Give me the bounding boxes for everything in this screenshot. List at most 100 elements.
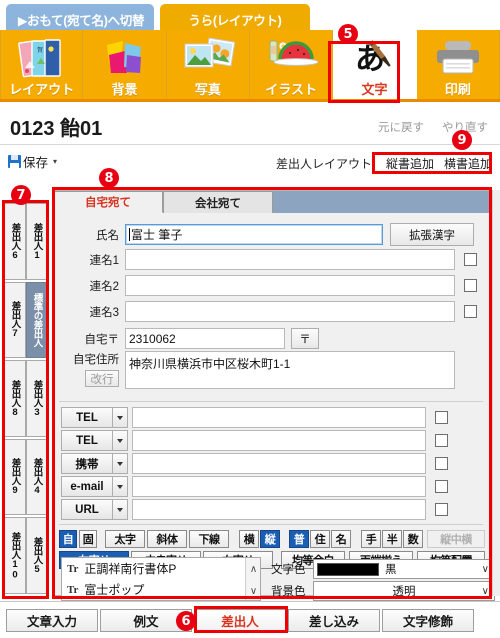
sender-slot-1[interactable]: 差出人1 [26,203,48,280]
save-button[interactable]: 保存 ▾ [8,152,57,171]
address-input[interactable]: 神奈川県横浜市中区桜木町1-1 [125,351,455,389]
add-horizontal-text-button[interactable]: 横書追加 [444,155,492,172]
fmt-halfwidth-button[interactable]: 半 [382,530,402,548]
bottom-tab-text-decor[interactable]: 文字修飾 [382,609,474,632]
font-list-scrollbar[interactable]: ∧ ∨ [245,558,260,600]
joint-name-1-label: 連名1 [89,254,119,267]
font-list[interactable]: Tr 正調祥南行書体P Tr 富士ポップ ∧ ∨ [61,557,261,601]
contact-checkbox-5[interactable] [435,503,448,516]
contact-type-combo-4[interactable]: e-mail [61,476,128,497]
annotation-badge-7: 7 [11,185,31,205]
background-color-select[interactable]: 透明 ∨ [313,581,495,601]
sender-slot-6[interactable]: 差出人6 [4,203,26,280]
name-label: 氏名 [96,229,119,242]
chevron-down-icon[interactable]: ∨ [482,586,489,597]
text-color-select[interactable]: 黒 ∨ [313,559,495,579]
joint-name-1-checkbox[interactable] [464,253,477,266]
add-vertical-text-button[interactable]: 縦書追加 [386,155,434,172]
chevron-down-icon[interactable] [113,430,128,451]
bottom-tab-mail-merge[interactable]: 差し込み [288,609,380,632]
contact-type-label-2: TEL [61,430,113,451]
chevron-up-icon[interactable]: ∧ [246,558,260,580]
contact-type-combo-3[interactable]: 携帯 [61,453,128,474]
contact-type-combo-2[interactable]: TEL [61,430,128,451]
joint-name-3-input[interactable] [125,301,455,322]
fmt-fixed-size-button[interactable]: 固 [79,530,97,548]
ribbon-item-print[interactable]: 印刷 [417,30,500,99]
contact-value-input-2[interactable] [132,430,426,451]
bottom-tab-text-input[interactable]: 文章入力 [6,609,98,632]
sender-slot-7[interactable]: 差出人7 [4,281,26,359]
sender-slot-default[interactable]: 標準の差出人 [26,281,48,359]
font-list-item-1[interactable]: Tr 正調祥南行書体P [62,558,260,579]
ribbon-item-background[interactable]: 背景 [83,30,167,99]
postal-lookup-button[interactable]: 〒 [291,328,319,349]
field-row-address: 自宅住所 改行 神奈川県横浜市中区桜木町1-1 [53,351,491,389]
chevron-down-icon[interactable] [113,453,128,474]
svg-text:あ: あ [355,42,385,77]
fmt-name-button[interactable]: 名 [331,530,351,548]
bottom-tab-sender[interactable]: 差出人 [194,609,286,632]
bottom-tab-bar: 文章入力 例文 差出人 差し込み 文字修飾 [0,601,500,638]
chevron-down-icon[interactable] [113,407,128,428]
ribbon-item-illustration[interactable]: イラスト [250,30,334,99]
fmt-hand-button[interactable]: 手 [361,530,381,548]
undo-button[interactable]: 元に戻す [378,119,424,135]
contact-value-input-4[interactable] [132,476,426,497]
sender-slot-10[interactable]: 差出人10 [4,517,26,594]
format-toolbar-row-1: 自 固 太字 斜体 下線 横 縦 普 住 名 手 半 数 縦中横 [53,530,491,548]
joint-name-3-checkbox[interactable] [464,305,477,318]
printer-icon [421,35,495,81]
sender-slot-column-right: 差出人1 標準の差出人 差出人3 差出人4 差出人5 [26,203,48,596]
tab-company-address[interactable]: 会社宛て [163,191,273,213]
fmt-auto-size-button[interactable]: 自 [59,530,77,548]
font-list-item-2[interactable]: Tr 富士ポップ [62,579,260,600]
fmt-vertical-button[interactable]: 縦 [260,530,280,548]
text-cursor [129,228,130,241]
name-input[interactable]: 富士 筆子 [125,224,383,245]
contact-checkbox-4[interactable] [435,480,448,493]
fmt-underline-button[interactable]: 下線 [189,530,229,548]
contact-value-input-1[interactable] [132,407,426,428]
chevron-down-icon[interactable] [113,499,128,520]
sender-slot-9[interactable]: 差出人9 [4,438,26,516]
joint-name-2-input[interactable] [125,275,455,296]
fmt-number-button[interactable]: 数 [403,530,423,548]
ribbon-label-print: 印刷 [444,82,471,97]
field-row-joint-name-3: 連名3 [53,301,491,322]
contact-checkbox-1[interactable] [435,411,448,424]
floppy-disk-icon [8,155,21,168]
extended-kanji-button[interactable]: 拡張漢字 [390,223,474,246]
sender-slot-5[interactable]: 差出人5 [26,517,48,594]
ribbon-item-layout[interactable]: 賀 レイアウト [0,30,84,99]
sender-slot-4[interactable]: 差出人4 [26,438,48,516]
contact-value-input-5[interactable] [132,499,426,520]
newline-button[interactable]: 改行 [85,370,119,387]
chevron-down-icon[interactable]: ∨ [246,580,260,600]
joint-name-1-input[interactable] [125,249,455,270]
sender-slot-8[interactable]: 差出人8 [4,360,26,437]
postal-code-input[interactable]: 2310062 [125,328,285,349]
field-row-name: 氏名 富士 筆子 拡張漢字 [53,223,491,246]
fmt-italic-button[interactable]: 斜体 [147,530,187,548]
fmt-horizontal-button[interactable]: 横 [239,530,259,548]
chevron-down-icon[interactable] [113,476,128,497]
font-list-item-2-label: 富士ポップ [84,583,145,597]
joint-name-2-checkbox[interactable] [464,279,477,292]
fmt-bold-button[interactable]: 太字 [105,530,145,548]
contact-type-combo-1[interactable]: TEL [61,407,128,428]
contact-checkbox-2[interactable] [435,434,448,447]
tab-home-address[interactable]: 自宅宛て [53,191,163,213]
contact-checkbox-3[interactable] [435,457,448,470]
ribbon-item-photo[interactable]: 写真 [167,30,250,99]
fmt-normal-button[interactable]: 普 [289,530,309,548]
joint-name-2-label: 連名2 [89,280,119,293]
panel-scrollbar[interactable] [492,190,500,596]
fmt-address-button[interactable]: 住 [310,530,330,548]
chevron-down-icon[interactable]: ∨ [482,564,489,575]
sender-slot-3[interactable]: 差出人3 [26,360,48,437]
contact-type-combo-5[interactable]: URL [61,499,128,520]
contact-type-label-5: URL [61,499,113,520]
annotation-badge-8: 8 [99,168,119,188]
contact-value-input-3[interactable] [132,453,426,474]
